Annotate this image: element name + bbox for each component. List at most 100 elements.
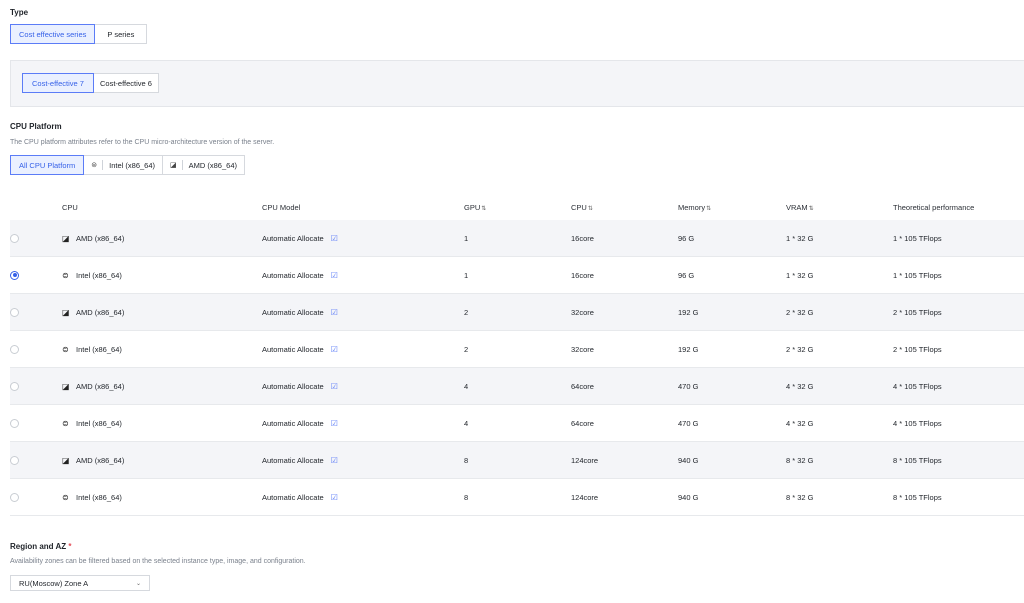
row-radio[interactable] xyxy=(10,270,19,280)
performance-cell: 1 * 105 TFlops xyxy=(893,270,942,280)
divider xyxy=(102,160,104,170)
header-vram[interactable]: VRAM⇅ xyxy=(786,203,893,212)
table-row[interactable]: ◪ AMD (x86_64) Automatic Allocate ☑ 8 124core… xyxy=(10,442,1024,479)
header-cpu-model: CPU Model xyxy=(262,203,301,212)
cpu-filter-intel[interactable]: ⊜ Intel (x86_64) xyxy=(83,155,164,175)
cpu-model-cell: Automatic Allocate ☑ xyxy=(262,419,464,428)
header-memory[interactable]: Memory⇅ xyxy=(678,203,786,212)
edit-icon[interactable]: ☑ xyxy=(331,345,338,354)
zone-select-value: RU(Moscow) Zone A xyxy=(19,578,89,588)
memory-cell: 470 G xyxy=(678,418,699,428)
cpu-cores-cell: 16core xyxy=(571,233,594,243)
cpu-cores-cell: 64core xyxy=(571,381,594,391)
edit-icon[interactable]: ☑ xyxy=(331,382,338,391)
vram-cell: 2 * 32 G xyxy=(786,307,814,317)
cpu-model-cell: Automatic Allocate ☑ xyxy=(262,345,464,354)
edit-icon[interactable]: ☑ xyxy=(331,419,338,428)
vram-cell: 4 * 32 G xyxy=(786,381,814,391)
generation-option-7[interactable]: Cost-effective 7 xyxy=(22,73,94,93)
cpu-model-value: Automatic Allocate xyxy=(262,381,324,391)
table-row[interactable]: ◪ AMD (x86_64) Automatic Allocate ☑ 1 16core 9… xyxy=(10,220,1024,257)
header-performance: Theoretical performance xyxy=(893,203,975,212)
cpu-name: Intel (x86_64) xyxy=(76,344,122,354)
cpu-model-value: Automatic Allocate xyxy=(262,455,324,465)
generation-selector: Cost-effective 7 Cost-effective 6 xyxy=(22,73,159,93)
sort-icon[interactable]: ⇅ xyxy=(481,206,486,212)
table-row[interactable]: ◪ AMD (x86_64) Automatic Allocate ☑ 4 64core 4… xyxy=(10,368,1024,405)
cpu-cell: ◪ AMD (x86_64) xyxy=(50,234,262,243)
vram-cell: 1 * 32 G xyxy=(786,270,814,280)
sort-icon[interactable]: ⇅ xyxy=(588,206,593,212)
intel-icon: ⊜ xyxy=(91,162,98,169)
cpu-filter-amd[interactable]: ◪ AMD (x86_64) xyxy=(162,155,245,175)
intel-icon: ⊜ xyxy=(62,418,69,428)
gpu-cell: 8 xyxy=(464,492,469,502)
row-radio[interactable] xyxy=(10,418,19,428)
table-body: ◪ AMD (x86_64) Automatic Allocate ☑ 1 16core 9… xyxy=(10,220,1024,516)
performance-cell: 1 * 105 TFlops xyxy=(893,233,942,243)
chevron-down-icon: ⌄ xyxy=(135,580,141,587)
row-select-cell xyxy=(10,381,50,391)
table-row[interactable]: ⊜ Intel (x86_64) Automatic Allocate ☑ 4 64cor… xyxy=(10,405,1024,442)
cpu-name: Intel (x86_64) xyxy=(76,418,122,428)
cpu-model-cell: Automatic Allocate ☑ xyxy=(262,382,464,391)
row-radio[interactable] xyxy=(10,233,19,243)
sort-icon[interactable]: ⇅ xyxy=(706,206,711,212)
cpu-name: Intel (x86_64) xyxy=(76,270,122,280)
intel-icon: ⊜ xyxy=(62,270,69,280)
row-radio[interactable] xyxy=(10,381,19,391)
intel-icon: ⊜ xyxy=(62,344,69,354)
sort-icon[interactable]: ⇅ xyxy=(809,206,814,212)
cpu-model-value: Automatic Allocate xyxy=(262,418,324,428)
table-row[interactable]: ⊜ Intel (x86_64) Automatic Allocate ☑ 2 32cor… xyxy=(10,331,1024,368)
generation-option-6[interactable]: Cost-effective 6 xyxy=(92,73,159,93)
table-row[interactable]: ⊜ Intel (x86_64) Automatic Allocate ☑ 8 124co… xyxy=(10,479,1024,516)
edit-icon[interactable]: ☑ xyxy=(331,456,338,465)
edit-icon[interactable]: ☑ xyxy=(331,234,338,243)
type-option-cost-effective[interactable]: Cost effective series xyxy=(10,24,96,44)
cpu-cell: ⊜ Intel (x86_64) xyxy=(50,345,262,354)
cpu-platform-hint: The CPU platform attributes refer to the… xyxy=(10,139,275,146)
cpu-model-value: Automatic Allocate xyxy=(262,270,324,280)
row-radio[interactable] xyxy=(10,344,19,354)
memory-cell: 940 G xyxy=(678,492,699,502)
row-select-cell xyxy=(10,344,50,354)
row-select-cell xyxy=(10,455,50,465)
gpu-cell: 4 xyxy=(464,381,469,391)
cpu-platform-title: CPU Platform xyxy=(10,122,62,131)
amd-icon: ◪ xyxy=(170,162,177,169)
edit-icon[interactable]: ☑ xyxy=(331,493,338,502)
edit-icon[interactable]: ☑ xyxy=(331,308,338,317)
gpu-cell: 2 xyxy=(464,307,469,317)
cpu-model-cell: Automatic Allocate ☑ xyxy=(262,456,464,465)
performance-cell: 8 * 105 TFlops xyxy=(893,492,942,502)
memory-cell: 940 G xyxy=(678,455,699,465)
row-select-cell xyxy=(10,233,50,243)
row-radio[interactable] xyxy=(10,455,19,465)
zone-select[interactable]: RU(Moscow) Zone A ⌄ xyxy=(10,575,150,591)
cpu-model-cell: Automatic Allocate ☑ xyxy=(262,234,464,243)
vram-cell: 4 * 32 G xyxy=(786,418,814,428)
memory-cell: 192 G xyxy=(678,344,699,354)
cpu-model-cell: Automatic Allocate ☑ xyxy=(262,271,464,280)
cpu-cell: ⊜ Intel (x86_64) xyxy=(50,271,262,280)
table-row[interactable]: ⊜ Intel (x86_64) Automatic Allocate ☑ 1 16cor… xyxy=(10,257,1024,294)
memory-cell: 470 G xyxy=(678,381,699,391)
row-radio[interactable] xyxy=(10,307,19,317)
row-select-cell xyxy=(10,270,50,280)
row-radio[interactable] xyxy=(10,492,19,502)
header-cpu: CPU xyxy=(62,203,78,212)
amd-icon: ◪ xyxy=(62,455,70,465)
cpu-cores-cell: 64core xyxy=(571,418,594,428)
cpu-filter-all[interactable]: All CPU Platform xyxy=(10,155,85,175)
header-cpu-cores[interactable]: CPU⇅ xyxy=(571,203,678,212)
memory-cell: 96 G xyxy=(678,233,695,243)
row-select-cell xyxy=(10,418,50,428)
gpu-cell: 4 xyxy=(464,418,469,428)
table-row[interactable]: ◪ AMD (x86_64) Automatic Allocate ☑ 2 32core 1… xyxy=(10,294,1024,331)
edit-icon[interactable]: ☑ xyxy=(331,271,338,280)
cpu-cores-cell: 32core xyxy=(571,344,594,354)
header-gpu[interactable]: GPU⇅ xyxy=(464,203,571,212)
type-option-p-series[interactable]: P series xyxy=(94,24,148,44)
cpu-model-value: Automatic Allocate xyxy=(262,492,324,502)
